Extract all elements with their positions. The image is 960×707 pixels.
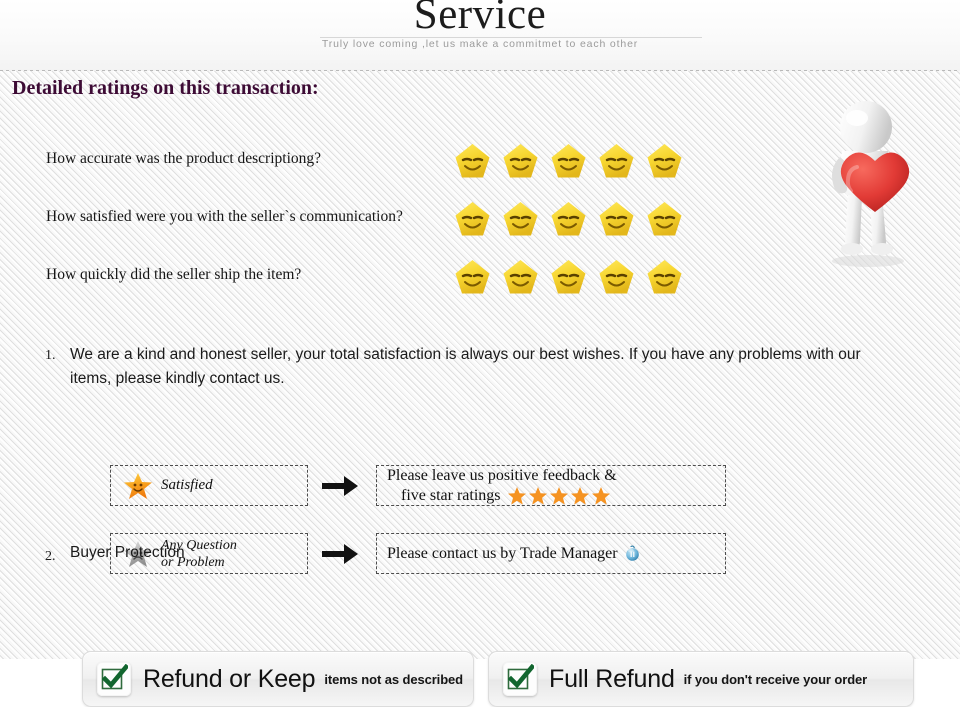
page-header: Service Truly love coming ,let us make a… xyxy=(0,0,960,71)
gold-smiley-star-icon[interactable] xyxy=(452,257,493,298)
gold-smiley-star-icon[interactable] xyxy=(500,199,541,240)
gold-smiley-star-icon[interactable] xyxy=(500,257,541,298)
rating-stars[interactable] xyxy=(452,199,685,240)
positive-feedback-box: Please leave us positive feedback & five… xyxy=(376,465,726,506)
orange-happy-star-icon xyxy=(123,471,153,501)
gold-smiley-star-icon[interactable] xyxy=(500,141,541,182)
right-arrow-icon xyxy=(320,474,360,498)
page-body: Detailed ratings on this transaction: Ho… xyxy=(0,71,960,707)
gold-smiley-star-icon[interactable] xyxy=(596,199,637,240)
buyer-protection-heading: Buyer Protection xyxy=(70,544,185,561)
orange-star-icon xyxy=(549,486,569,506)
rating-question-label: How accurate was the product description… xyxy=(46,150,322,167)
page-subtitle: Truly love coming ,let us make a commitm… xyxy=(321,38,639,50)
feedback-line-1: Please leave us positive feedback & xyxy=(387,466,617,484)
contact-trade-manager-box: Please contact us by Trade Manager xyxy=(376,533,726,574)
gold-smiley-star-icon[interactable] xyxy=(644,257,685,298)
orange-star-icon xyxy=(507,486,527,506)
section-heading: Detailed ratings on this transaction: xyxy=(12,77,319,99)
green-checkmark-icon xyxy=(503,662,537,696)
gold-smiley-star-icon[interactable] xyxy=(452,199,493,240)
gold-smiley-star-icon[interactable] xyxy=(596,141,637,182)
orange-star-icon xyxy=(528,486,548,506)
five-star-rating-stars xyxy=(507,486,611,506)
list-number: 2. xyxy=(45,549,56,564)
orange-star-icon xyxy=(591,486,611,506)
satisfied-label: Satisfied xyxy=(161,477,213,493)
rating-question-label: How quickly did the seller ship the item… xyxy=(46,266,302,283)
rating-question-label: How satisfied were you with the seller`s… xyxy=(46,208,403,225)
seller-promise-text: We are a kind and honest seller, your to… xyxy=(70,346,861,387)
contact-label: Please contact us by Trade Manager xyxy=(387,544,618,562)
rating-row: How quickly did the seller ship the item… xyxy=(0,257,720,315)
gold-smiley-star-icon[interactable] xyxy=(644,199,685,240)
page-title: Service xyxy=(413,0,547,38)
rating-row: How satisfied were you with the seller`s… xyxy=(0,199,720,257)
green-checkmark-icon xyxy=(97,662,131,696)
rating-stars[interactable] xyxy=(452,141,685,182)
service-info-page: Service Truly love coming ,let us make a… xyxy=(0,0,960,707)
rating-row: How accurate was the product description… xyxy=(0,141,720,199)
full-refund-title: Full Refund xyxy=(549,664,675,693)
list-number: 1. xyxy=(45,348,56,363)
rating-stars[interactable] xyxy=(452,257,685,298)
3d-figure-holding-heart-illustration xyxy=(812,99,942,269)
refund-or-keep-plate: Refund or Keep items not as described xyxy=(82,651,474,707)
gold-smiley-star-icon[interactable] xyxy=(548,257,589,298)
full-refund-plate: Full Refund if you don't receive your or… xyxy=(488,651,914,707)
full-refund-subtitle: if you don't receive your order xyxy=(683,671,868,687)
satisfied-box: Satisfied xyxy=(110,465,308,506)
refund-or-keep-subtitle: items not as described xyxy=(324,671,464,687)
gold-smiley-star-icon[interactable] xyxy=(548,199,589,240)
trade-manager-icon[interactable] xyxy=(624,545,641,562)
gold-smiley-star-icon[interactable] xyxy=(644,141,685,182)
refund-or-keep-title: Refund or Keep xyxy=(143,664,316,693)
gold-smiley-star-icon[interactable] xyxy=(596,257,637,298)
feedback-line-2: five star ratings xyxy=(401,486,501,504)
right-arrow-icon xyxy=(320,542,360,566)
gold-smiley-star-icon[interactable] xyxy=(452,141,493,182)
gold-smiley-star-icon[interactable] xyxy=(548,141,589,182)
orange-star-icon xyxy=(570,486,590,506)
